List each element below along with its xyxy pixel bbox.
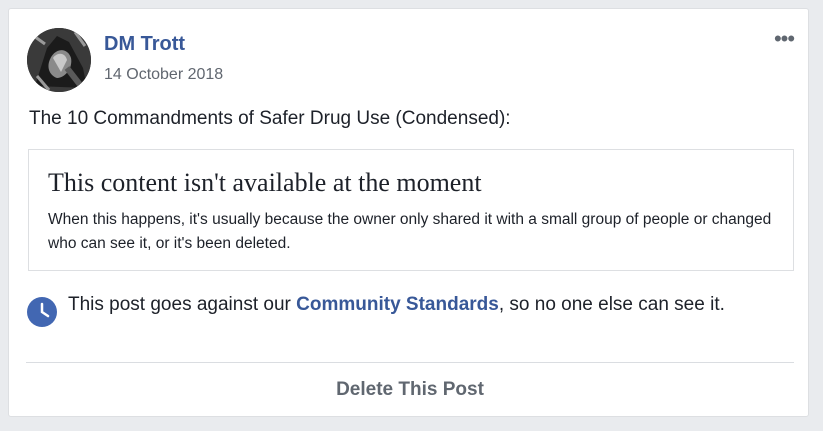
post-date[interactable]: 14 October 2018 [104, 66, 223, 84]
unavailable-content-box: This content isn't available at the mome… [28, 149, 794, 271]
avatar[interactable] [27, 28, 91, 92]
author-name[interactable]: DM Trott [104, 33, 185, 56]
unavailable-title: This content isn't available at the mome… [48, 168, 482, 197]
delete-post-button[interactable]: Delete This Post [26, 371, 794, 409]
community-standards-notice: This post goes against our Community Sta… [68, 291, 798, 318]
divider [26, 362, 794, 363]
clock-icon [26, 296, 58, 328]
notice-text-before: This post goes against our [68, 294, 297, 315]
avatar-image [27, 28, 91, 92]
community-standards-link[interactable]: Community Standards [296, 294, 499, 315]
post-text: The 10 Commandments of Safer Drug Use (C… [29, 108, 511, 129]
unavailable-body: When this happens, it's usually because … [48, 211, 772, 252]
post-card: DM Trott 14 October 2018 ••• The 10 Comm… [8, 8, 809, 417]
notice-text-after: , so no one else can see it. [498, 294, 725, 315]
more-options-icon[interactable]: ••• [769, 27, 799, 51]
